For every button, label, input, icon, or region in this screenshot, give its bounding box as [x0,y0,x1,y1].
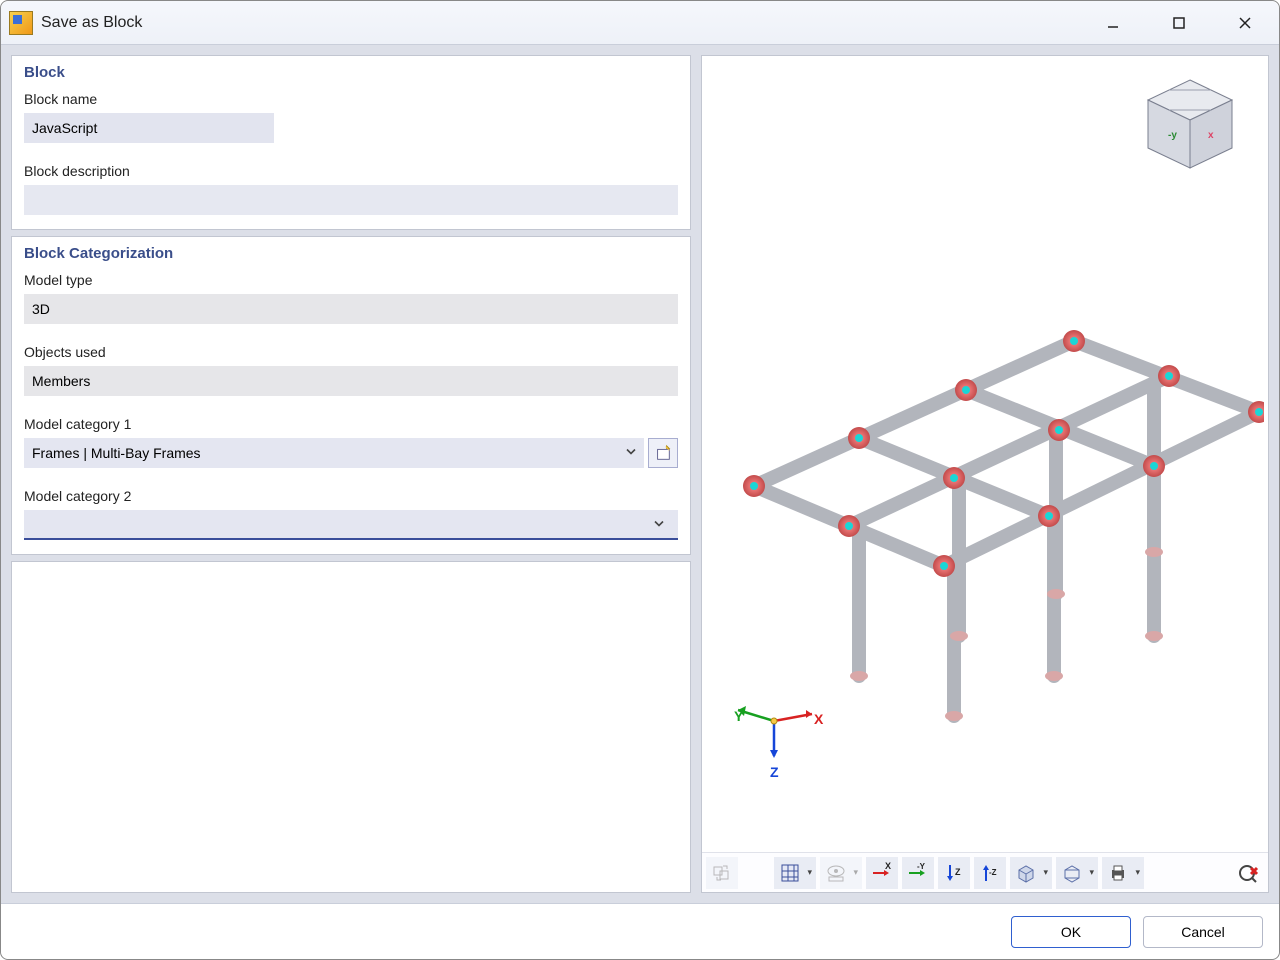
solid-view-button[interactable] [1010,857,1052,889]
minimize-button[interactable] [1095,9,1131,37]
cat1-label: Model category 1 [24,416,678,432]
cancel-button[interactable]: Cancel [1143,916,1263,948]
axis-neg-z-button[interactable]: -Z [974,857,1006,889]
svg-text:-Y: -Y [917,862,926,871]
cat2-label: Model category 2 [24,488,678,504]
preview-3d-viewport[interactable]: x -y [701,55,1269,893]
title-bar: Save as Block [1,1,1279,45]
axis-x-button[interactable]: X [866,857,898,889]
maximize-button[interactable] [1161,9,1197,37]
block-name-label: Block name [24,91,678,107]
preview-toolbar: X -Y Z -Z [702,852,1268,892]
swap-view-icon [706,857,738,889]
panel-empty [11,561,691,893]
cat1-select[interactable] [24,438,644,468]
axis-y-label: Y [734,708,743,724]
axis-x-label: X [814,711,823,727]
svg-text:-y: -y [1168,130,1177,141]
panel-block: Block Block name Block description [11,55,691,230]
ok-button[interactable]: OK [1011,916,1131,948]
panel-block-title: Block [24,64,678,81]
new-category-button[interactable] [648,438,678,468]
app-icon [9,11,33,35]
main-content: Block Block name Block description Block… [1,45,1279,903]
axis-z-label: Z [770,764,779,780]
block-desc-input[interactable] [24,185,678,215]
svg-text:x: x [1208,130,1214,141]
axis-z-button[interactable]: Z [938,857,970,889]
panel-cat-title: Block Categorization [24,245,678,262]
print-button[interactable] [1102,857,1144,889]
block-name-input[interactable] [24,113,274,143]
svg-text:Z: Z [955,867,961,877]
visibility-button [820,857,862,889]
panel-categorization: Block Categorization Model type 3D Objec… [11,236,691,555]
dialog-footer: OK Cancel [1,903,1279,959]
reset-view-button[interactable] [1232,857,1264,889]
close-button[interactable] [1227,9,1263,37]
wire-view-button[interactable] [1056,857,1098,889]
window-title: Save as Block [41,14,142,32]
structure-preview-icon [704,216,1264,776]
svg-text:-Z: -Z [989,868,997,877]
objects-used-label: Objects used [24,344,678,360]
model-type-value: 3D [24,294,678,324]
axis-neg-y-button[interactable]: -Y [902,857,934,889]
block-desc-label: Block description [24,163,678,179]
nav-cube-icon[interactable]: x -y [1140,74,1240,174]
svg-text:X: X [885,862,891,871]
model-type-label: Model type [24,272,678,288]
cat2-select[interactable] [24,510,678,540]
grid-dropdown-button[interactable] [774,857,816,889]
objects-used-value: Members [24,366,678,396]
